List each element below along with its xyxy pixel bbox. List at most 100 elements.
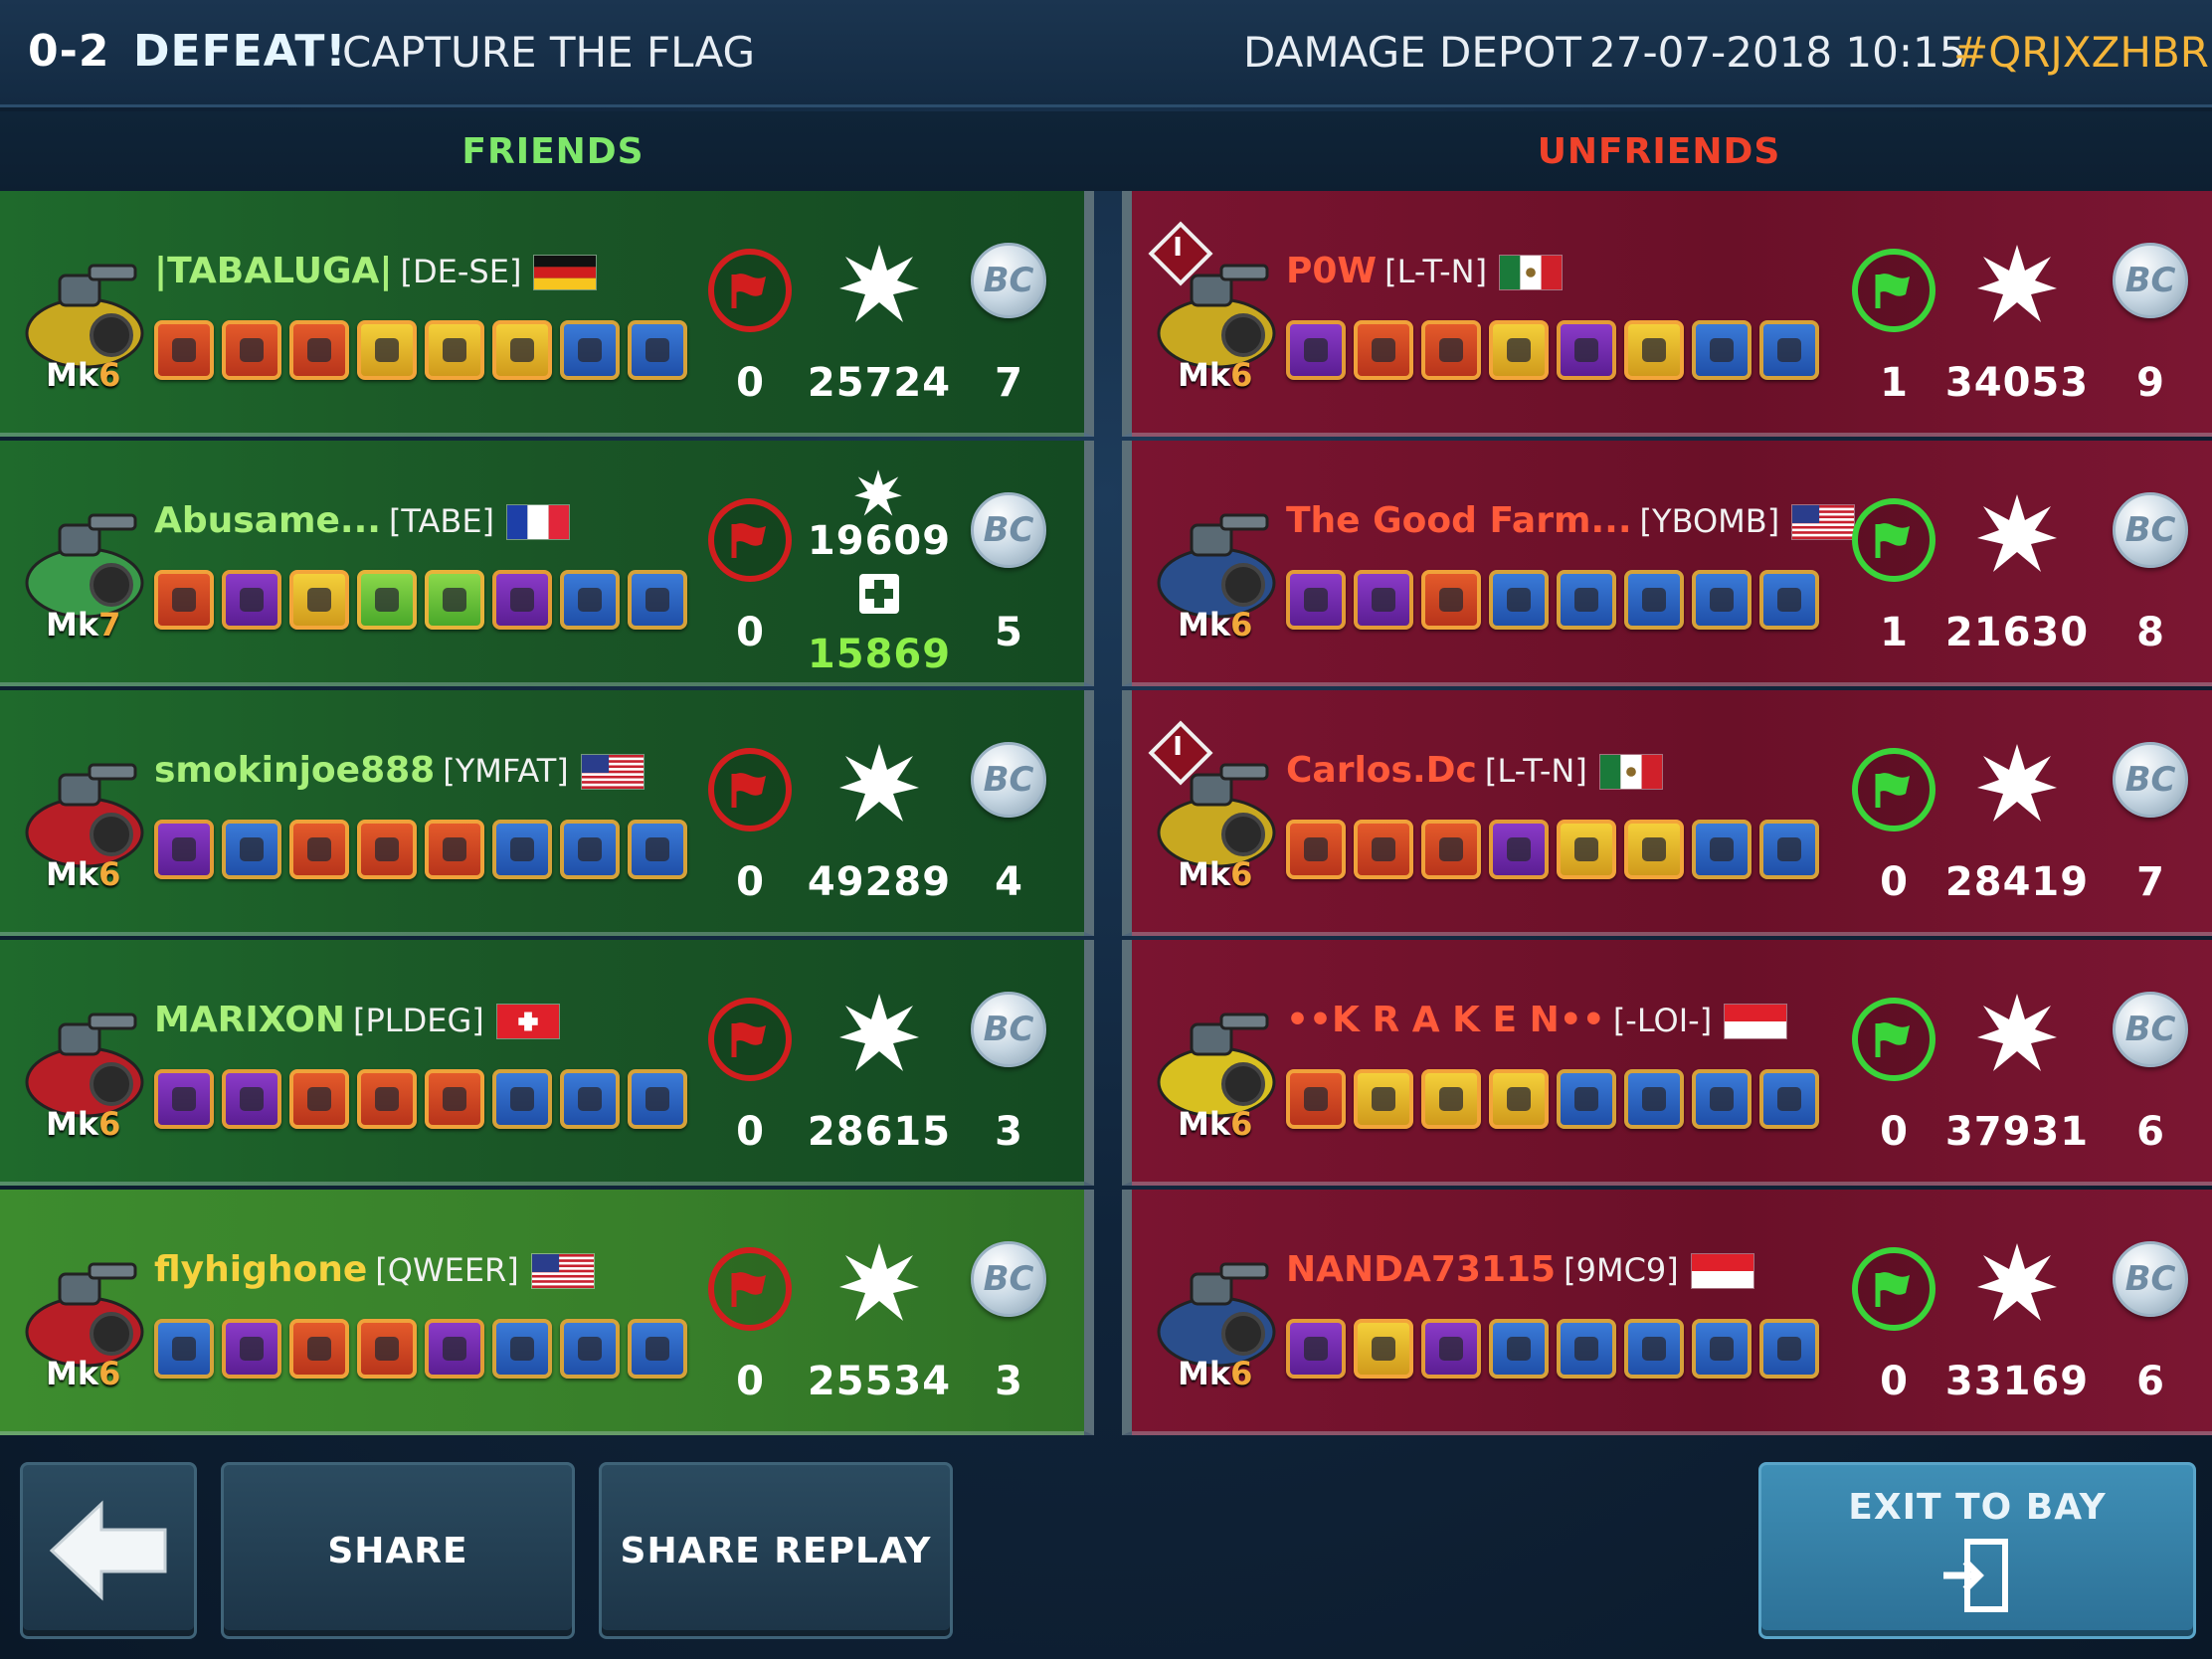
weapon-icon — [492, 820, 552, 879]
coins-value: 3 — [995, 1109, 1022, 1155]
weapon-icon — [1286, 820, 1346, 879]
coin-glyph: BC — [2124, 1010, 2176, 1049]
weapon-loadout — [154, 1319, 687, 1379]
exit-to-bay-button[interactable]: EXIT TO BAY — [1758, 1462, 2196, 1639]
game-mode: CAPTURE THE FLAG — [342, 28, 756, 77]
player-name[interactable]: flyhighone — [154, 1249, 367, 1290]
germany-flag — [533, 255, 598, 290]
mark-number: 6 — [98, 356, 121, 394]
weapon-icon — [628, 820, 687, 879]
match-code[interactable]: #QRJXZHBR — [1953, 28, 2209, 77]
mark-prefix: Mk — [1178, 1105, 1231, 1143]
weapon-icon — [1557, 570, 1616, 630]
clan-tag[interactable]: [9MC9] — [1564, 1251, 1679, 1289]
mark-level: Mk7 — [46, 606, 120, 644]
france-flag — [506, 504, 571, 540]
weapon-icon — [1421, 820, 1481, 879]
friends-scoreboard: Mk6 |TABALUGA| [DE-SE] 0 25724 BC 7 Mk7 Abusame.… — [0, 191, 1094, 1439]
capture-flag-icon — [1852, 1247, 1936, 1331]
weapon-loadout — [1286, 1319, 1819, 1379]
weapon-icon — [154, 1069, 214, 1129]
coins-value: 4 — [995, 859, 1022, 905]
clan-tag[interactable]: [L-T-N] — [1384, 253, 1487, 290]
weapon-icon — [492, 1069, 552, 1129]
mark-prefix: Mk — [1178, 855, 1231, 893]
player-name-line: ••K R A K E N•• [-LOI-] — [1286, 1000, 1788, 1040]
player-row[interactable]: I Mk6 P0W [L-T-N] 1 34053 BC 9 — [1122, 191, 2212, 437]
match-score: 0-2 — [28, 26, 110, 77]
back-button[interactable] — [20, 1462, 197, 1639]
weapon-icon — [1624, 320, 1684, 380]
player-row[interactable]: Mk6 The Good Farm... [YBOMB] 1 21630 BC 8 — [1122, 441, 2212, 686]
share-button[interactable]: SHARE — [221, 1462, 575, 1639]
weapon-icon — [1354, 320, 1413, 380]
clan-tag[interactable]: [PLDEG] — [353, 1002, 484, 1039]
player-name[interactable]: |TABALUGA| — [154, 251, 393, 291]
player-name[interactable]: Abusame... — [154, 500, 381, 541]
clan-tag[interactable]: [YMFAT] — [443, 752, 569, 790]
unfriends-scoreboard: I Mk6 P0W [L-T-N] 1 34053 BC 9 Mk6 The Good Farm.… — [1122, 191, 2212, 1439]
usa-flag — [530, 1253, 595, 1289]
indonesia-flag — [1724, 1004, 1788, 1039]
weapon-icon — [222, 1319, 281, 1379]
weapon-icon — [289, 820, 349, 879]
damage-burst-icon — [854, 469, 902, 516]
player-name[interactable]: P0W — [1286, 251, 1377, 291]
weapon-icon — [492, 1319, 552, 1379]
player-name[interactable]: MARIXON — [154, 1000, 345, 1040]
mark-prefix: Mk — [46, 606, 99, 644]
player-name-line: MARIXON [PLDEG] — [154, 1000, 560, 1040]
player-row[interactable]: Mk6 ••K R A K E N•• [-LOI-] 0 37931 BC 6 — [1122, 940, 2212, 1186]
player-row[interactable]: Mk6 smokinjoe888 [YMFAT] 0 49289 BC 4 — [0, 690, 1094, 936]
weapon-icon — [357, 820, 417, 879]
coin-glyph: BC — [983, 261, 1034, 300]
mark-level: Mk6 — [1178, 606, 1252, 644]
unfriends-header: UNFRIENDS — [1106, 111, 2212, 191]
weapon-icon — [1557, 1319, 1616, 1379]
capture-flag-icon — [708, 1247, 792, 1331]
clan-tag[interactable]: [DE-SE] — [401, 253, 522, 290]
player-name[interactable]: ••K R A K E N•• — [1286, 1000, 1605, 1040]
mark-prefix: Mk — [1178, 606, 1231, 644]
damage-value: 33169 — [1944, 1359, 2090, 1404]
player-row[interactable]: Mk6 flyhighone [QWEER] 0 25534 BC 3 — [0, 1190, 1094, 1435]
player-name[interactable]: Carlos.Dc — [1286, 750, 1477, 791]
weapon-loadout — [154, 570, 687, 630]
player-row[interactable]: I Mk6 Carlos.Dc [L-T-N] 0 28419 BC 7 — [1122, 690, 2212, 936]
weapon-icon — [1421, 570, 1481, 630]
weapon-icon — [560, 820, 620, 879]
clan-tag[interactable]: [L-T-N] — [1485, 752, 1587, 790]
player-name[interactable]: NANDA73115 — [1286, 1249, 1556, 1290]
mark-prefix: Mk — [1178, 1355, 1231, 1392]
share-replay-button[interactable]: SHARE REPLAY — [599, 1462, 953, 1639]
damage-value: 21630 — [1944, 610, 2090, 655]
weapon-icon — [1354, 1319, 1413, 1379]
damage-value: 49289 — [807, 859, 952, 905]
coins-value: 7 — [995, 360, 1022, 406]
coin-icon: BC — [2113, 492, 2188, 568]
clan-tag[interactable]: [TABE] — [389, 502, 494, 540]
player-name[interactable]: smokinjoe888 — [154, 750, 435, 791]
weapon-icon — [628, 1069, 687, 1129]
player-row[interactable]: Mk6 NANDA73115 [9MC9] 0 33169 BC 6 — [1122, 1190, 2212, 1435]
clan-tag[interactable]: [YBOMB] — [1640, 502, 1780, 540]
player-row[interactable]: Mk7 Abusame... [TABE] 0 19609 15869 BC 5 — [0, 441, 1094, 686]
match-header: 0-2 DEFEAT! CAPTURE THE FLAG DAMAGE DEPO… — [0, 0, 2212, 107]
coin-icon: BC — [2113, 742, 2188, 818]
usa-flag — [1791, 504, 1856, 540]
player-row[interactable]: Mk6 MARIXON [PLDEG] 0 28615 BC 3 — [0, 940, 1094, 1186]
weapon-icon — [222, 320, 281, 380]
weapon-icon — [1759, 320, 1819, 380]
weapon-icon — [492, 570, 552, 630]
clan-tag[interactable]: [-LOI-] — [1613, 1002, 1712, 1039]
clan-tag[interactable]: [QWEER] — [375, 1251, 518, 1289]
player-name[interactable]: The Good Farm... — [1286, 500, 1632, 541]
weapon-icon — [425, 320, 484, 380]
coins-value: 3 — [995, 1359, 1022, 1404]
weapon-icon — [1624, 1319, 1684, 1379]
coin-glyph: BC — [2124, 1259, 2176, 1299]
coins-value: 8 — [2136, 610, 2164, 655]
player-row[interactable]: Mk6 |TABALUGA| [DE-SE] 0 25724 BC 7 — [0, 191, 1094, 437]
weapon-icon — [1692, 1319, 1751, 1379]
weapon-icon — [560, 570, 620, 630]
